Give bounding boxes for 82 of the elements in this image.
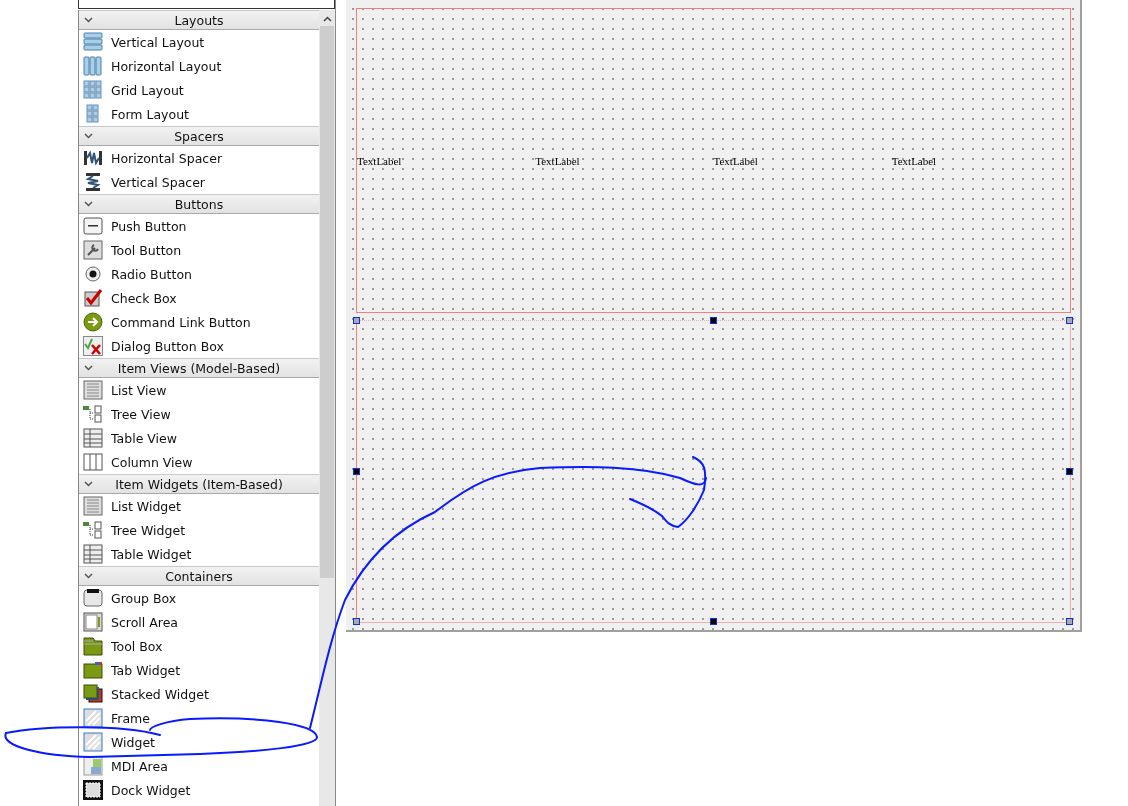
widget-list-item[interactable]: Frame [79, 706, 319, 730]
widget-list-item[interactable]: Group Box [79, 586, 319, 610]
chevron-icon [84, 365, 93, 371]
scroll-area-icon [83, 612, 103, 632]
chevron-icon [84, 201, 93, 207]
widget-list-item[interactable]: Dock Widget [79, 778, 319, 802]
resize-handle[interactable] [1066, 467, 1073, 475]
scrollbar-thumb[interactable] [320, 26, 334, 578]
resize-handle[interactable] [353, 317, 360, 324]
category-header[interactable]: Buttons [79, 194, 319, 214]
resize-handle[interactable] [709, 317, 717, 324]
widget-list-item[interactable]: Tool Button [79, 238, 319, 262]
list-icon [83, 496, 103, 516]
folder-icon [83, 636, 103, 656]
push-button-icon [83, 216, 103, 236]
widget-list-item[interactable]: Horizontal Spacer [79, 146, 319, 170]
mdi-area-icon [83, 756, 103, 776]
horizontal-layout-icon [83, 56, 103, 76]
widget-list-item[interactable]: Stacked Widget [79, 682, 319, 706]
chevron-icon [84, 133, 93, 139]
stacked-pages-icon [83, 684, 103, 704]
scroll-up-icon[interactable] [322, 16, 332, 22]
text-label: TextLabel [891, 154, 938, 167]
widget-list-item[interactable]: List Widget [79, 494, 319, 518]
dock-widget-icon [83, 780, 103, 800]
widget-list-item[interactable]: Dialog Button Box [79, 334, 319, 358]
chevron-icon [84, 573, 93, 579]
widget-list-item[interactable]: Grid Layout [79, 78, 319, 102]
hatched-frame-icon [83, 708, 103, 728]
widget-list-item[interactable]: Tree View [79, 402, 319, 426]
widget-list-item[interactable]: Tool Box [79, 634, 319, 658]
text-label: TextLabel [535, 154, 581, 167]
resize-handle[interactable] [709, 618, 717, 625]
resize-handle[interactable] [1066, 618, 1073, 625]
resize-handle[interactable] [353, 467, 360, 475]
checkbox-icon [83, 288, 103, 308]
text-label: TextLabel [357, 154, 403, 167]
chevron-icon [84, 17, 93, 23]
category-header[interactable]: Item Widgets (Item-Based) [79, 474, 319, 494]
widget-list-item[interactable]: Horizontal Layout [79, 54, 319, 78]
widget-list-item[interactable]: Form Layout [79, 102, 319, 126]
text-label: TextLabel [713, 154, 759, 167]
widget-list-item[interactable]: Check Box [79, 286, 319, 310]
widget-list-item[interactable]: Vertical Spacer [79, 170, 319, 194]
radio-button-icon [83, 264, 103, 284]
widget-list-item[interactable]: Vertical Layout [79, 30, 319, 54]
widget-list-item[interactable]: MDI Area [79, 754, 319, 778]
tree-icon [83, 404, 103, 424]
category-header[interactable]: Layouts [79, 10, 319, 30]
tree-icon [83, 520, 103, 540]
hatched-frame-icon [83, 732, 103, 752]
widget-list-item[interactable]: Table View [79, 426, 319, 450]
check-cross-icon [83, 336, 103, 356]
vertical-spring-icon [83, 172, 103, 192]
widget-list-item[interactable]: Tree Widget [79, 518, 319, 542]
widget-list-item[interactable]: List View [79, 378, 319, 402]
resize-handle[interactable] [1066, 317, 1073, 324]
widget-list-item[interactable]: Push Button [79, 214, 319, 238]
resize-handle[interactable] [353, 618, 360, 625]
widget-list-item[interactable]: Table Widget [79, 542, 319, 566]
wrench-icon [83, 240, 103, 260]
chevron-icon [84, 481, 93, 487]
arrow-circle-icon [83, 312, 103, 332]
table-icon [83, 544, 103, 564]
widget-list-item[interactable]: Radio Button [79, 262, 319, 286]
category-header[interactable]: Spacers [79, 126, 319, 146]
vertical-layout-icon [83, 32, 103, 52]
widget-list-item[interactable]: Column View [79, 450, 319, 474]
list-icon [83, 380, 103, 400]
scrollbar[interactable] [319, 10, 335, 806]
widget-list-item[interactable]: Widget [79, 730, 319, 754]
widget-list-item[interactable]: Scroll Area [79, 610, 319, 634]
widget-list-item[interactable]: Tab Widget [79, 658, 319, 682]
group-box-icon [83, 588, 103, 608]
grid-layout-icon [83, 80, 103, 100]
table-icon [83, 428, 103, 448]
category-header[interactable]: Containers [79, 566, 319, 586]
widget-list-item[interactable]: Command Link Button [79, 310, 319, 334]
columns-icon [83, 452, 103, 472]
horizontal-spring-icon [83, 148, 103, 168]
tab-widget-icon [83, 660, 103, 680]
category-header[interactable]: Item Views (Model-Based) [79, 358, 319, 378]
